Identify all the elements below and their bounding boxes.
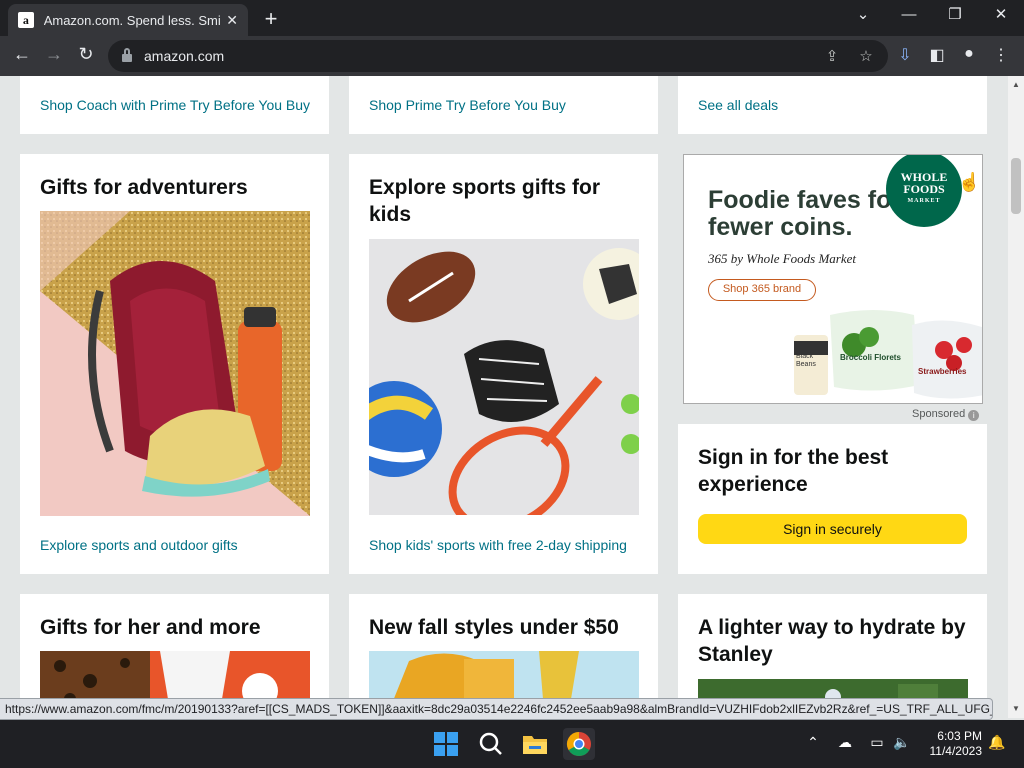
- card-title: Gifts for her and more: [40, 616, 261, 639]
- tab-strip: a Amazon.com. Spend less. Smile more. ✕ …: [0, 0, 1024, 36]
- scrollbar-thumb[interactable]: [1011, 158, 1021, 214]
- card-title: Gifts for adventurers: [40, 176, 248, 199]
- hand-cursor-icon: ☝: [958, 172, 981, 192]
- volume-icon[interactable]: 🔈: [891, 734, 913, 751]
- search-icon[interactable]: [475, 728, 507, 760]
- info-icon[interactable]: i: [968, 410, 980, 421]
- shop-365-button[interactable]: Shop 365 brand: [708, 279, 816, 301]
- whole-foods-logo: WHOLE FOODS MARKET: [886, 155, 962, 227]
- page-scrollbar[interactable]: ▲ ▼: [1008, 76, 1024, 718]
- profile-icon[interactable]: ●: [958, 45, 980, 63]
- card-title: A lighter way to hydrate by Stanley: [698, 616, 966, 666]
- card-title: New fall styles under $50: [369, 616, 619, 639]
- card-coach: Shop Coach with Prime Try Before You Buy: [20, 76, 329, 134]
- lock-icon: [122, 48, 132, 62]
- url-text[interactable]: amazon.com: [144, 48, 224, 64]
- card-deals: See all deals: [678, 76, 987, 134]
- tab-title: Amazon.com. Spend less. Smile more.: [43, 12, 221, 28]
- sports-gear-image[interactable]: [369, 239, 639, 515]
- product-label-strawberries: Strawberries: [918, 367, 967, 376]
- stanley-image[interactable]: [698, 679, 968, 698]
- card-stanley: A lighter way to hydrate by Stanley: [678, 594, 987, 698]
- tray-chevron-icon[interactable]: ⌃: [802, 734, 824, 751]
- close-window-button[interactable]: ✕: [978, 4, 1024, 28]
- back-arrow-icon[interactable]: ←: [10, 44, 34, 65]
- card-gifts-her: Gifts for her and more: [20, 594, 329, 698]
- sports-outdoor-link[interactable]: Explore sports and outdoor gifts: [40, 537, 238, 553]
- menu-kebab-icon[interactable]: ⋮: [990, 45, 1012, 65]
- new-tab-button[interactable]: +: [260, 6, 282, 32]
- tab-search-icon[interactable]: ⌄: [840, 4, 886, 28]
- gifts-her-image[interactable]: [40, 651, 310, 698]
- backpack-image[interactable]: [40, 211, 310, 516]
- system-clock[interactable]: 6:03 PM 11/4/2023: [918, 729, 983, 759]
- kids-sports-link[interactable]: Shop kids' sports with free 2-day shippi…: [369, 537, 627, 553]
- sponsored-label: Sponsored i: [912, 408, 980, 421]
- minimize-button[interactable]: —: [886, 4, 932, 28]
- tab-close-icon[interactable]: ✕: [226, 12, 238, 29]
- scroll-down-arrow-icon[interactable]: ▼: [1012, 704, 1020, 713]
- card-adventurers: Gifts for adventurers Explore sports and…: [20, 154, 329, 574]
- ad-subtitle: 365 by Whole Foods Market: [708, 251, 857, 266]
- card-fall-styles: New fall styles under $50: [349, 594, 658, 698]
- status-url-bubble: https://www.amazon.com/fmc/m/20190133?ar…: [0, 698, 993, 720]
- file-explorer-icon[interactable]: [519, 728, 551, 760]
- see-all-deals-link[interactable]: See all deals: [698, 97, 778, 113]
- chrome-icon[interactable]: [563, 728, 595, 760]
- restore-button[interactable]: ❐: [932, 4, 978, 28]
- windows-start-icon[interactable]: [430, 728, 462, 760]
- product-label-broccoli: Broccoli Florets: [840, 353, 901, 362]
- amazon-page: Shop Coach with Prime Try Before You Buy…: [0, 76, 1008, 698]
- browser-toolbar: ← → ↻ amazon.com ⇪ ☆ ⇩ ◧ ● ⋮: [0, 36, 1024, 76]
- forward-arrow-icon[interactable]: →: [42, 44, 66, 65]
- ad-headline: Foodie faves for fewer coins.: [708, 186, 902, 241]
- signin-title: Sign in for the best experience: [698, 446, 889, 496]
- amazon-favicon-icon: a: [18, 12, 34, 28]
- network-icon[interactable]: ▭: [866, 734, 888, 751]
- prime-try-link[interactable]: Shop Prime Try Before You Buy: [369, 97, 566, 113]
- product-label-beans: Black Beans: [796, 353, 816, 368]
- side-panel-icon[interactable]: ◧: [926, 45, 948, 65]
- reload-icon[interactable]: ↻: [74, 44, 98, 65]
- card-kids-sports: Explore sports gifts for kids Shop kids'…: [349, 154, 658, 574]
- download-icon[interactable]: ⇩: [894, 45, 916, 65]
- browser-tab[interactable]: a Amazon.com. Spend less. Smile more. ✕: [8, 4, 248, 36]
- fall-styles-image[interactable]: [369, 651, 639, 698]
- card-prime-try: Shop Prime Try Before You Buy: [349, 76, 658, 134]
- address-bar[interactable]: amazon.com ⇪ ☆: [108, 40, 888, 72]
- card-signin: Sign in for the best experience Sign in …: [678, 424, 987, 574]
- windows-taskbar: ⌃ ☁ ▭ 🔈 6:03 PM 11/4/2023 🔔: [0, 720, 1024, 768]
- share-icon[interactable]: ⇪: [822, 47, 842, 65]
- whole-foods-ad[interactable]: Foodie faves for fewer coins. 365 by Who…: [683, 154, 983, 404]
- onedrive-icon[interactable]: ☁: [834, 734, 856, 751]
- notification-bell-icon[interactable]: 🔔: [986, 734, 1008, 751]
- bookmark-star-icon[interactable]: ☆: [856, 47, 876, 65]
- card-title: Explore sports gifts for kids: [369, 176, 601, 226]
- scroll-up-arrow-icon[interactable]: ▲: [1012, 80, 1020, 89]
- coach-link[interactable]: Shop Coach with Prime Try Before You Buy: [40, 97, 310, 113]
- sign-in-button[interactable]: Sign in securely: [698, 514, 967, 544]
